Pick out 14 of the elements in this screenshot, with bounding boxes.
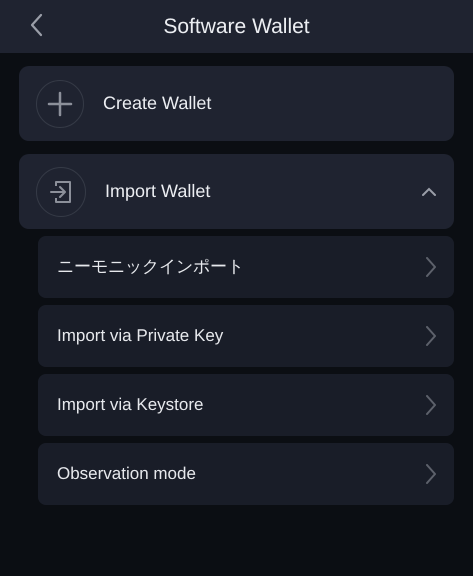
plus-icon	[36, 80, 84, 128]
import-option[interactable]: Observation mode	[38, 443, 454, 505]
chevron-right-icon	[426, 257, 436, 277]
chevron-right-icon	[426, 326, 436, 346]
page-title: Software Wallet	[163, 14, 310, 40]
chevron-right-icon	[426, 395, 436, 415]
import-icon	[36, 166, 86, 216]
wallet-option[interactable]: Import Wallet	[19, 154, 454, 229]
import-option[interactable]: Import via Keystore	[38, 374, 454, 436]
wallet-option[interactable]: Create Wallet	[19, 66, 454, 141]
back-icon	[29, 13, 43, 37]
chevron-right-icon	[426, 464, 436, 484]
import-option[interactable]: ニーモニックインポート	[38, 236, 454, 298]
import-option[interactable]: Import via Private Key	[38, 305, 454, 367]
